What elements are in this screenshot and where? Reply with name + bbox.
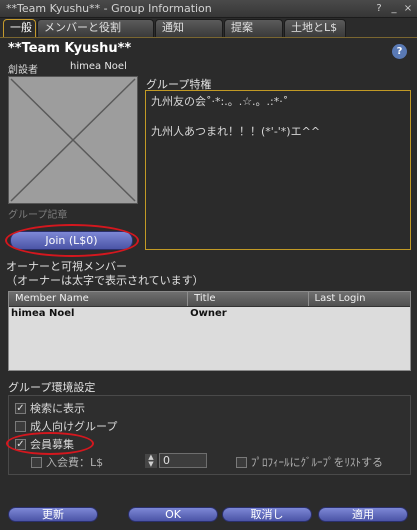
show-in-search-checkbox[interactable]: ✓: [15, 402, 26, 414]
column-title[interactable]: Title: [188, 292, 309, 306]
table-row[interactable]: himea Noel Owner: [9, 307, 410, 321]
tab-bar: 一般 メンバーと役割 通知 提案 土地とL$: [3, 19, 417, 37]
owners-sublabel: （オーナーは太字で表示されています）: [6, 274, 204, 287]
tab-general[interactable]: 一般: [3, 19, 36, 37]
enrollment-fee-option[interactable]: 入会費：L$: [31, 455, 103, 469]
enrollment-fee-label: 入会費：L$: [46, 456, 104, 469]
preferences-label: グループ環境設定: [8, 381, 96, 394]
show-in-search-label: 検索に表示: [30, 402, 85, 415]
list-in-profile-label: ﾌﾟﾛﾌｨｰﾙにｸﾞﾙｰﾌﾟをﾘｽﾄする: [251, 456, 383, 469]
insignia-placeholder-icon: [9, 77, 137, 203]
apply-button[interactable]: 適用: [318, 507, 408, 522]
cancel-button[interactable]: 取消し: [222, 507, 312, 522]
window-title: **Team Kyushu** - Group Information: [6, 2, 212, 15]
open-enrollment-option[interactable]: ✓ 会員募集: [15, 437, 74, 451]
tab-notices[interactable]: 通知: [155, 19, 223, 37]
tab-members-roles[interactable]: メンバーと役割: [37, 19, 154, 37]
tab-land-money[interactable]: 土地とL$: [284, 19, 346, 37]
group-insignia[interactable]: [8, 76, 138, 204]
member-name-cell: himea Noel: [11, 308, 75, 319]
insignia-label: グループ記章: [8, 210, 68, 221]
enrollment-fee-checkbox[interactable]: [31, 456, 42, 468]
title-bar[interactable]: **Team Kyushu** - Group Information ? _ …: [0, 0, 417, 18]
mature-label: 成人向けグループ: [30, 420, 118, 433]
fee-down-icon[interactable]: ▼: [145, 461, 157, 468]
open-enrollment-checkbox[interactable]: ✓: [15, 438, 26, 450]
list-in-profile-option[interactable]: ﾌﾟﾛﾌｨｰﾙにｸﾞﾙｰﾌﾟをﾘｽﾄする: [236, 455, 383, 469]
enrollment-fee-input[interactable]: 0: [159, 453, 207, 468]
member-title-cell: Owner: [190, 308, 227, 319]
mature-option[interactable]: 成人向けグループ: [15, 419, 117, 433]
tab-proposals[interactable]: 提案: [224, 19, 283, 37]
founder-name[interactable]: himea Noel: [70, 61, 127, 72]
minimize-icon[interactable]: _: [388, 3, 400, 15]
group-name: **Team Kyushu**: [8, 41, 132, 56]
show-in-search-option[interactable]: ✓ 検索に表示: [15, 401, 85, 415]
member-last-login-cell: [309, 307, 411, 321]
charter-line-2: 九州人あつまれ！！！(*'-'*)エ^^: [151, 125, 321, 138]
column-member-name[interactable]: Member Name: [9, 292, 189, 306]
founder-label: 創設者: [8, 65, 38, 76]
help-icon[interactable]: ?: [373, 3, 385, 15]
table-header: Member Name Title Last Login: [9, 292, 410, 307]
member-list[interactable]: Member Name Title Last Login himea Noel …: [8, 291, 411, 371]
tab-divider: [0, 37, 417, 38]
list-in-profile-checkbox[interactable]: [236, 456, 247, 468]
mature-checkbox[interactable]: [15, 420, 26, 432]
charter-textbox[interactable]: 九州友の会˚·*:.。.☆.。.:*·˚ 九州人あつまれ！！！(*'-'*)エ^…: [145, 90, 411, 250]
close-icon[interactable]: ×: [402, 3, 414, 15]
charter-line-1: 九州友の会˚·*:.。.☆.。.:*·˚: [151, 95, 289, 108]
fee-stepper[interactable]: ▲ ▼: [145, 454, 157, 468]
ok-button[interactable]: OK: [128, 507, 218, 522]
open-enrollment-label: 会員募集: [30, 438, 74, 451]
column-last-login[interactable]: Last Login: [309, 292, 411, 306]
refresh-button[interactable]: 更新: [8, 507, 98, 522]
join-button[interactable]: Join (L$0): [10, 231, 133, 250]
help-button[interactable]: ?: [392, 44, 407, 59]
